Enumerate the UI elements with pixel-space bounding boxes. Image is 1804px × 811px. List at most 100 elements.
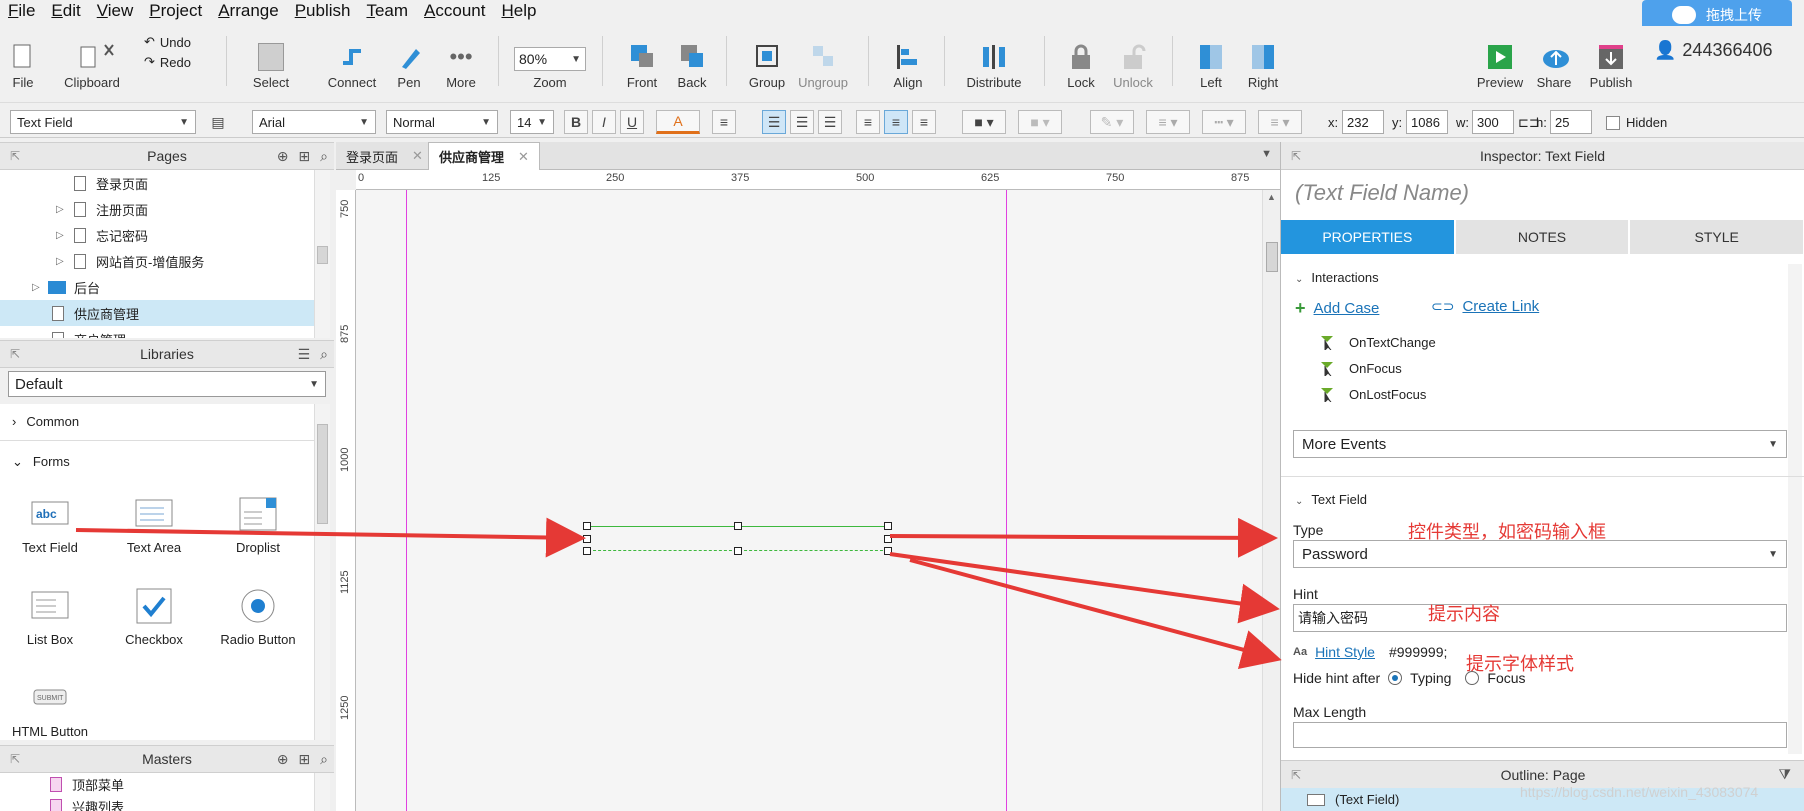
guide-line[interactable] — [406, 190, 407, 811]
italic-button[interactable]: I — [592, 110, 616, 134]
folder-item[interactable]: ▷ 后台 — [0, 274, 314, 300]
hidden-checkbox[interactable]: Hidden — [1606, 115, 1667, 130]
group-button[interactable]: Group — [746, 26, 788, 96]
tab-style[interactable]: STYLE — [1630, 220, 1804, 254]
interactions-section[interactable]: ⌄ Interactions — [1295, 270, 1379, 285]
event-onfocus[interactable]: OnFocus — [1319, 360, 1402, 378]
clipboard-button[interactable]: Clipboard — [62, 26, 122, 96]
unlock-button[interactable]: Unlock — [1110, 26, 1156, 96]
tab-notes[interactable]: NOTES — [1455, 220, 1631, 254]
widget-radio-button[interactable]: Radio Button — [208, 588, 308, 647]
distribute-button[interactable]: Distribute — [962, 26, 1026, 96]
widget-style-select[interactable]: Text Field ▼ — [10, 110, 196, 134]
typing-radio[interactable] — [1388, 671, 1403, 685]
page-item[interactable]: 商户管理 — [0, 326, 314, 338]
font-family-select[interactable]: Arial ▼ — [252, 110, 376, 134]
expand-icon[interactable]: ▷ — [56, 230, 64, 241]
menu-team[interactable]: Team — [366, 1, 408, 21]
shadow-icon[interactable]: ■ ▾ — [1018, 110, 1062, 134]
line-style-icon[interactable]: ┅ ▾ — [1202, 110, 1246, 134]
filter-icon[interactable]: ⧩ — [1779, 766, 1792, 783]
widget-html-button[interactable]: SUBMIT HTML Button — [0, 680, 100, 739]
canvas-scrollbar[interactable]: ▲ — [1262, 190, 1280, 811]
valign-top-icon[interactable]: ≡ — [856, 110, 880, 134]
close-icon[interactable]: ✕ — [518, 149, 529, 165]
hint-input[interactable]: 请输入密码 — [1293, 604, 1787, 632]
ungroup-button[interactable]: Ungroup — [798, 26, 848, 96]
bold-button[interactable]: B — [564, 110, 588, 134]
scroll-thumb[interactable] — [317, 246, 328, 264]
resize-handle[interactable] — [884, 535, 892, 543]
add-case-button[interactable]: + Add Case — [1295, 298, 1379, 319]
pin-icon[interactable]: ⇱ — [1291, 149, 1301, 163]
menu-edit[interactable]: Edit — [51, 1, 80, 21]
resize-handle[interactable] — [734, 547, 742, 555]
arrow-style-icon[interactable]: ≡ ▾ — [1258, 110, 1302, 134]
search-icon[interactable]: ⌕ — [320, 346, 328, 363]
master-item[interactable]: 兴趣列表 — [0, 795, 314, 811]
pen-button[interactable]: Pen — [392, 26, 426, 96]
selected-text-field[interactable] — [583, 522, 892, 555]
resize-handle[interactable] — [583, 522, 591, 530]
design-canvas[interactable] — [356, 190, 1262, 811]
fill-color-icon[interactable]: ■ ▾ — [962, 110, 1006, 134]
menu-help[interactable]: Help — [501, 1, 536, 21]
file-button[interactable]: File — [8, 26, 38, 96]
add-master-icon[interactable]: ⊕ — [277, 751, 289, 768]
pin-icon[interactable]: ⇱ — [10, 149, 20, 163]
resize-handle[interactable] — [734, 522, 742, 530]
page-item-selected[interactable]: 供应商管理 — [0, 300, 314, 326]
w-input[interactable]: 300 — [1472, 110, 1514, 134]
menu-publish[interactable]: Publish — [295, 1, 351, 21]
search-icon[interactable]: ⌕ — [320, 148, 328, 165]
library-select[interactable]: Default ▼ — [8, 371, 326, 397]
tab-properties[interactable]: PROPERTIES — [1281, 220, 1456, 254]
add-folder-icon[interactable]: ⊞ — [298, 148, 310, 165]
font-size-select[interactable]: 14 ▼ — [510, 110, 554, 134]
scroll-thumb[interactable] — [317, 424, 328, 524]
expand-icon[interactable]: ▷ — [56, 256, 64, 267]
menu-view[interactable]: View — [97, 1, 134, 21]
select-button[interactable]: Select — [234, 26, 308, 96]
menu-arrange[interactable]: Arrange — [218, 1, 278, 21]
more-button[interactable]: ••• More — [438, 26, 484, 96]
max-length-input[interactable] — [1293, 722, 1787, 748]
back-button[interactable]: Back — [674, 26, 710, 96]
tab-login-page[interactable]: 登录页面 ✕ — [336, 142, 433, 170]
underline-button[interactable]: U — [620, 110, 644, 134]
preview-button[interactable]: Preview — [1476, 26, 1524, 96]
zoom-control[interactable]: 80% ▼ Zoom — [512, 26, 588, 96]
widget-checkbox[interactable]: Checkbox — [104, 588, 204, 647]
resize-handle[interactable] — [583, 547, 591, 555]
masters-scrollbar[interactable] — [314, 773, 330, 811]
font-weight-select[interactable]: Normal ▼ — [386, 110, 498, 134]
resize-handle[interactable] — [583, 535, 591, 543]
more-events-select[interactable]: More Events ▼ — [1293, 430, 1787, 458]
pin-icon[interactable]: ⇱ — [1291, 768, 1301, 782]
menu-project[interactable]: Project — [149, 1, 202, 21]
add-folder-icon[interactable]: ⊞ — [298, 751, 310, 768]
scroll-up-icon[interactable]: ▲ — [1267, 192, 1276, 202]
zoom-select[interactable]: 80% ▼ — [514, 47, 586, 71]
page-item[interactable]: ▷ 注册页面 — [0, 196, 314, 222]
page-item[interactable]: ▷ 网站首页-增值服务 — [0, 248, 314, 274]
tab-menu-chevron-icon[interactable]: ▼ — [1261, 148, 1272, 160]
inspector-scrollbar[interactable] — [1788, 264, 1802, 754]
libraries-scrollbar[interactable] — [314, 404, 330, 740]
widget-text-area[interactable]: Text Area — [104, 496, 204, 555]
valign-bottom-icon[interactable]: ≡ — [912, 110, 936, 134]
right-button[interactable]: Right — [1246, 26, 1280, 96]
type-select[interactable]: Password ▼ — [1293, 540, 1787, 568]
align-right-text-icon[interactable]: ☰ — [818, 110, 842, 134]
menu-file[interactable]: File — [8, 1, 35, 21]
widget-name-field[interactable]: (Text Field Name) — [1295, 180, 1469, 206]
connect-button[interactable]: Connect — [326, 26, 378, 96]
event-ontextchange[interactable]: OnTextChange — [1319, 334, 1436, 352]
align-center-text-icon[interactable]: ☰ — [790, 110, 814, 134]
y-input[interactable]: 1086 — [1406, 110, 1448, 134]
pin-icon[interactable]: ⇱ — [10, 752, 20, 766]
pages-scrollbar[interactable] — [314, 170, 330, 338]
left-button[interactable]: Left — [1196, 26, 1226, 96]
style-manager-icon[interactable]: ▤ — [206, 110, 230, 134]
section-forms[interactable]: ⌄ Forms — [12, 454, 70, 470]
